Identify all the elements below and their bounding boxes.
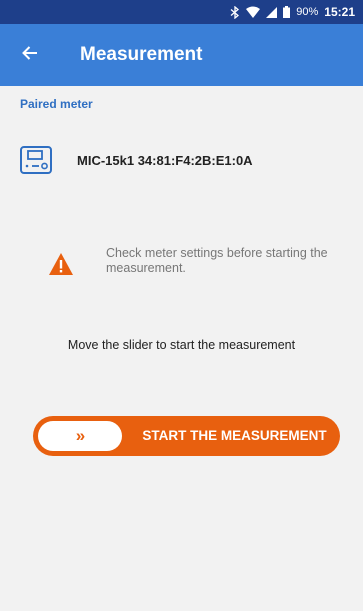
paired-meter-section-label: Paired meter [20,97,93,111]
paired-meter-item[interactable]: MIC-15k1 34:81:F4:2B:E1:0A [20,146,253,174]
start-measurement-slider[interactable]: » START THE MEASUREMENT [33,416,340,456]
meter-name: MIC-15k1 34:81:F4:2B:E1:0A [77,152,253,168]
page-title: Measurement [80,44,203,65]
warning-triangle-icon [48,246,74,281]
bluetooth-icon [230,5,240,19]
battery-percent: 90% [296,6,319,18]
wifi-icon [246,6,261,18]
app-bar: Measurement [0,24,363,86]
status-bar: 90% 15:21 [0,0,363,24]
warning-message: Check meter settings before starting the… [48,246,336,281]
slider-instruction: Move the slider to start the measurement [67,338,296,352]
signal-icon [266,6,278,18]
slider-knob[interactable]: » [38,421,122,451]
arrow-back-icon [22,45,38,66]
battery-icon [283,6,291,18]
meter-device-icon [20,146,52,174]
slider-label: START THE MEASUREMENT [142,428,327,443]
main-content: Paired meter MIC-15k1 34:81:F4:2B:E1:0A … [0,86,363,611]
warning-text: Check meter settings before starting the… [106,246,328,275]
back-button[interactable] [6,31,54,79]
status-time: 15:21 [324,5,355,19]
